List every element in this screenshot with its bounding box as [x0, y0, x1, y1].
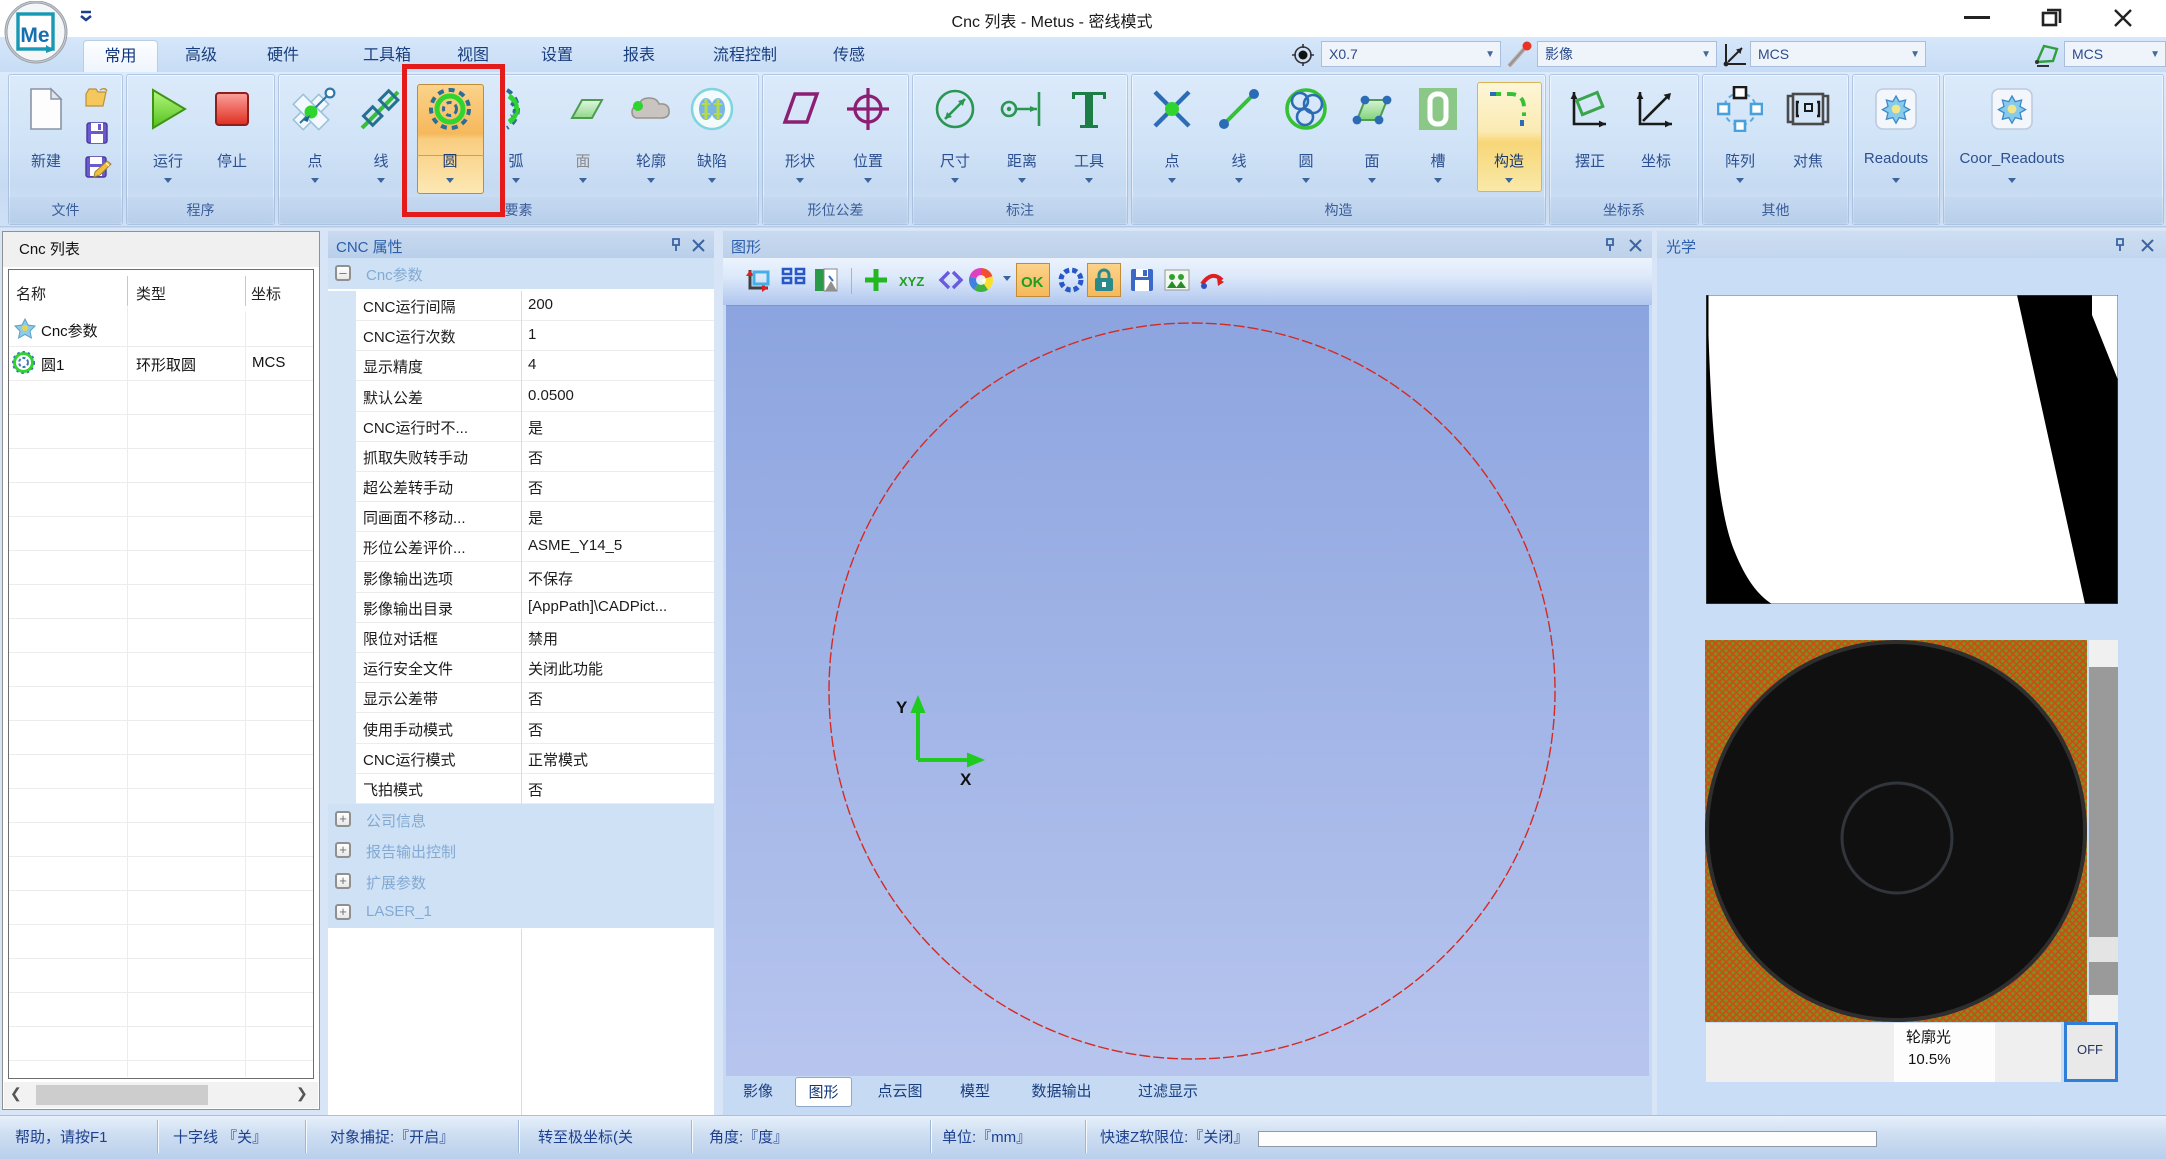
svg-text:XYZ: XYZ [899, 274, 924, 289]
svg-text:OK: OK [1021, 274, 1044, 291]
svg-text:Y: Y [896, 698, 908, 717]
svg-text:X: X [960, 770, 972, 789]
svg-text:Me: Me [20, 24, 49, 47]
